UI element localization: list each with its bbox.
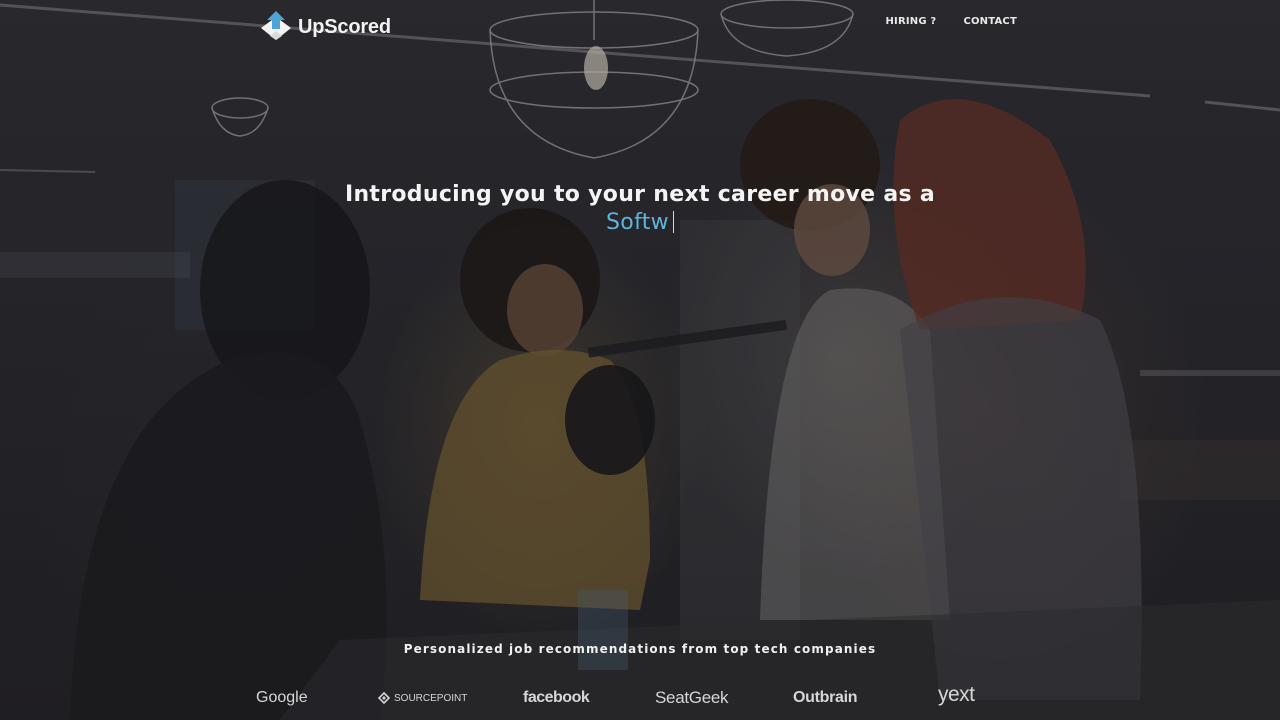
typed-role-line: Softw [0,210,1280,235]
typing-cursor [672,211,674,233]
typed-role-text: Softw [606,210,669,235]
nav-link-contact[interactable]: CONTACT [963,16,1017,27]
partner-logos: Google SOURCEPOINT facebook SeatGeek Out… [0,683,1280,712]
partner-logo-facebook: facebook [523,689,590,706]
partner-logo-outbrain: Outbrain [793,689,858,706]
hero-headline: Introducing you to your next career move… [344,182,936,207]
partner-logo-sourcepoint: SOURCEPOINT [378,684,467,712]
hero-tagline: Personalized job recommendations from to… [403,642,877,656]
sourcepoint-wordmark: SOURCEPOINT [394,692,468,704]
partner-logo-google: Google [256,689,308,706]
partner-logo-seatgeek: SeatGeek [655,688,729,707]
brand-name: UpScored [298,15,391,38]
top-nav: HIRING ? CONTACT [885,16,1017,27]
sourcepoint-diamond-icon [378,692,390,704]
nav-link-hiring[interactable]: HIRING ? [885,16,936,27]
brand-logo[interactable]: UpScored [258,9,391,45]
dark-overlay [0,0,1280,720]
upscored-logo-icon [261,11,291,40]
partner-logo-yext: yext [938,683,975,706]
hero-section: UpScored HIRING ? CONTACT Introducing yo… [0,0,1280,720]
